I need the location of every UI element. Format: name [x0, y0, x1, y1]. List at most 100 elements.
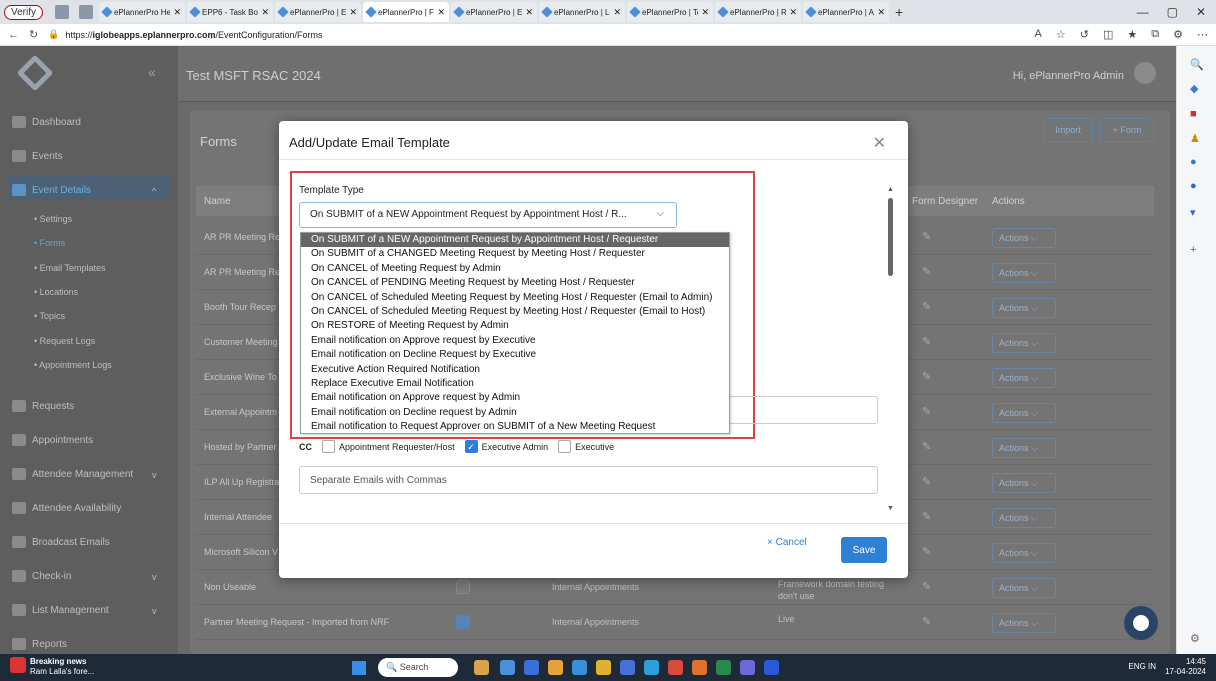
form-name[interactable]: AR PR Meeting Re — [204, 232, 280, 242]
cc-emails-input[interactable]: Separate Emails with Commas — [299, 466, 878, 494]
template-type-option[interactable]: On SUBMIT of a NEW Appointment Request b… — [301, 233, 729, 248]
form-designer-icon[interactable]: ✎ — [922, 405, 931, 418]
browser-tab[interactable]: EPP6 - Task Boo ✕ — [187, 2, 274, 22]
excel-icon[interactable] — [716, 660, 731, 675]
news-widget[interactable]: Breaking news Ram Lalla's fore... — [10, 657, 94, 677]
row-actions-dropdown[interactable]: Actions ⌵ — [992, 368, 1056, 388]
games-icon[interactable]: ♟ — [1190, 132, 1200, 145]
tab-actions-icon[interactable] — [79, 5, 94, 19]
scroll-down-icon[interactable]: ▼ — [887, 505, 894, 512]
row-actions-dropdown[interactable]: Actions ⌵ — [992, 403, 1056, 423]
browser-tab[interactable]: ePlannerPro | To ✕ — [627, 2, 714, 22]
system-tray[interactable]: ENG IN — [1128, 662, 1156, 671]
sidebar-item-event-details[interactable]: Event Details — [12, 184, 91, 196]
sidebar-item-attendee-availability[interactable]: Attendee Availability — [12, 502, 121, 514]
extensions-icon[interactable]: ⚙ — [1173, 28, 1183, 41]
add-icon[interactable]: + — [1190, 244, 1196, 256]
settings-icon[interactable]: ⚙ — [1190, 632, 1200, 645]
form-designer-icon[interactable]: ✎ — [922, 440, 931, 453]
form-designer-icon[interactable]: ✎ — [922, 370, 931, 383]
template-type-option[interactable]: Email notification to Request Approver o… — [301, 420, 729, 434]
template-type-option[interactable]: On CANCEL of Scheduled Meeting Request b… — [301, 291, 729, 305]
sidebar-item-check-in[interactable]: Check-in — [12, 570, 71, 582]
chevron-up-icon[interactable]: ^ — [152, 186, 156, 196]
form-name[interactable]: Microsoft Silicon V — [204, 547, 278, 557]
form-name[interactable]: External Appointm — [204, 407, 277, 417]
taskbar-search[interactable]: 🔍 Search — [378, 658, 458, 677]
minimize-icon[interactable]: — — [1137, 5, 1149, 19]
sidebar-subitem-email-templates[interactable]: • Email Templates — [34, 263, 106, 273]
modal-scrollbar[interactable]: ▲ ▼ — [887, 186, 894, 512]
tools-icon[interactable]: ▾ — [1190, 206, 1196, 219]
chevron-down-icon[interactable]: v — [152, 572, 157, 582]
close-window-icon[interactable]: ✕ — [1196, 5, 1206, 19]
template-type-option[interactable]: On SUBMIT of a CHANGED Meeting Request b… — [301, 247, 729, 261]
import-button[interactable]: Import — [1043, 118, 1093, 142]
form-name[interactable]: AR PR Meeting Re — [204, 267, 280, 277]
browser-tab-active[interactable]: ePlannerPro | F ✕ — [363, 2, 450, 22]
sidebar-item-appointments[interactable]: Appointments — [12, 434, 93, 446]
form-name[interactable]: Non Useable — [204, 582, 256, 592]
store-icon[interactable] — [620, 660, 635, 675]
close-icon[interactable]: ✕ — [437, 7, 445, 18]
row-actions-dropdown[interactable]: Actions ⌵ — [992, 508, 1056, 528]
form-name[interactable]: Internal Attendee — [204, 512, 272, 522]
row-actions-dropdown[interactable]: Actions ⌵ — [992, 613, 1056, 633]
word-icon[interactable] — [764, 660, 779, 675]
template-type-option[interactable]: Email notification on Decline request by… — [301, 406, 729, 420]
row-actions-dropdown[interactable]: Actions ⌵ — [992, 578, 1056, 598]
template-type-option[interactable]: On CANCEL of Scheduled Meeting Request b… — [301, 305, 729, 319]
column-header-name[interactable]: Name — [204, 196, 231, 207]
close-icon[interactable]: ✕ — [261, 7, 269, 18]
close-icon[interactable]: ✕ — [525, 7, 533, 18]
row-actions-dropdown[interactable]: Actions ⌵ — [992, 473, 1056, 493]
favorite-star-icon[interactable]: ☆ — [1056, 28, 1066, 41]
sidebar-subitem-forms[interactable]: • Forms — [34, 238, 65, 248]
notepad-icon[interactable] — [740, 660, 755, 675]
subject-input[interactable] — [728, 396, 878, 424]
firefox-icon[interactable] — [692, 660, 707, 675]
template-type-option[interactable]: On CANCEL of PENDING Meeting Request by … — [301, 276, 729, 290]
row-actions-dropdown[interactable]: Actions ⌵ — [992, 333, 1056, 353]
form-name[interactable]: ILP All Up Registra — [204, 477, 279, 487]
template-type-option[interactable]: Email notification on Decline Request by… — [301, 348, 729, 362]
browser-icon[interactable] — [55, 5, 70, 19]
browser-tab[interactable]: ePlannerPro | Ev ✕ — [451, 2, 538, 22]
restore-icon[interactable]: ▢ — [1167, 5, 1178, 19]
row-actions-dropdown[interactable]: Actions ⌵ — [992, 228, 1056, 248]
collections-icon[interactable]: ⧉ — [1151, 28, 1159, 41]
template-type-option[interactable]: Executive Action Required Notification — [301, 363, 729, 377]
refresh-icon[interactable]: ↻ — [29, 28, 38, 41]
scroll-up-icon[interactable]: ▲ — [887, 186, 894, 193]
template-type-option[interactable]: Email notification on Approve request by… — [301, 334, 729, 348]
back-icon[interactable]: ← — [8, 29, 19, 41]
template-type-option[interactable]: Email notification on Approve request by… — [301, 391, 729, 405]
template-type-select[interactable]: On SUBMIT of a NEW Appointment Request b… — [299, 202, 677, 228]
browser-tab[interactable]: ePlannerPro | A ✕ — [803, 2, 890, 22]
sidebar-item-events[interactable]: Events — [12, 150, 63, 162]
row-actions-dropdown[interactable]: Actions ⌵ — [992, 543, 1056, 563]
chevron-down-icon[interactable]: v — [152, 470, 157, 480]
form-designer-icon[interactable]: ✎ — [922, 580, 931, 593]
form-designer-icon[interactable]: ✎ — [922, 300, 931, 313]
close-icon[interactable]: ✕ — [877, 7, 885, 18]
form-name[interactable]: Customer Meeting — [204, 337, 278, 347]
browser-tab[interactable]: ePlannerPro | Lo ✕ — [539, 2, 626, 22]
close-icon[interactable]: ✕ — [701, 7, 709, 18]
form-name[interactable]: Exclusive Wine To — [204, 372, 277, 382]
cc-executive-checkbox[interactable] — [558, 440, 572, 453]
office-icon[interactable]: ● — [1190, 180, 1197, 192]
row-actions-dropdown[interactable]: Actions ⌵ — [992, 438, 1056, 458]
sidebar-item-list-management[interactable]: List Management — [12, 604, 109, 616]
chat-bubble-button[interactable] — [1124, 606, 1158, 640]
form-name[interactable]: Hosted by Partner — [204, 442, 277, 452]
cc-executive-admin-checkbox[interactable]: ✓ — [464, 440, 478, 453]
copilot-icon[interactable]: ◆ — [1190, 82, 1198, 95]
shopping-icon[interactable]: ■ — [1190, 108, 1197, 120]
collapse-sidebar-icon[interactable]: « — [148, 64, 156, 80]
row-checkbox[interactable] — [456, 580, 470, 594]
template-type-option[interactable]: On RESTORE of Meeting Request by Admin — [301, 319, 729, 333]
favorites-icon[interactable]: ★ — [1127, 28, 1137, 41]
refresh-page-icon[interactable]: ↺ — [1080, 28, 1089, 41]
verify-badge[interactable]: Verify — [4, 4, 44, 20]
